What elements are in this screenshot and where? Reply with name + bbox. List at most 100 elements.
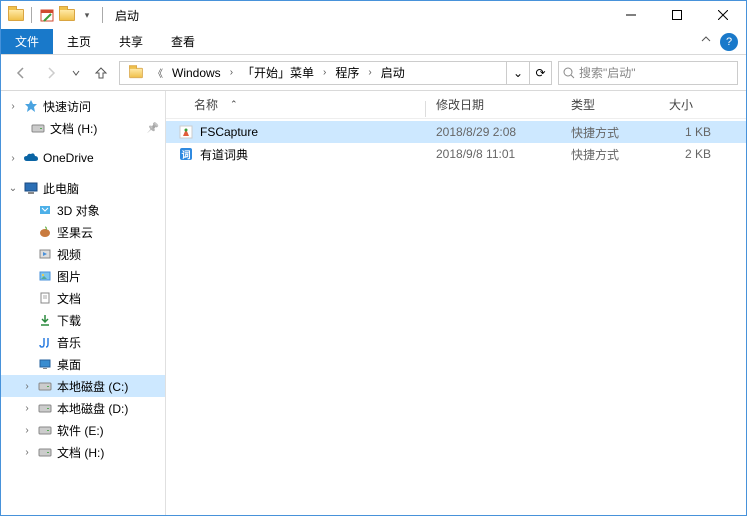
col-header-date[interactable]: 修改日期: [426, 96, 561, 113]
window-title: 启动: [115, 7, 139, 24]
nav-pc-item[interactable]: 音乐: [1, 331, 165, 353]
chevron-right-icon[interactable]: ›: [21, 447, 33, 458]
nav-pc-item[interactable]: 3D 对象: [1, 199, 165, 221]
qat-new-folder[interactable]: [58, 6, 76, 24]
breadcrumb-seg-0[interactable]: Windows: [168, 62, 225, 84]
nav-label: 快速访问: [43, 98, 91, 115]
chevron-right-icon[interactable]: ›: [21, 425, 33, 436]
nav-label: 下载: [57, 312, 81, 329]
folder-icon: [36, 223, 54, 241]
nav-label: 音乐: [57, 334, 81, 351]
chevron-right-icon[interactable]: 《: [150, 65, 166, 80]
nav-label: 本地磁盘 (D:): [57, 400, 128, 417]
nav-pc-item[interactable]: ›文档 (H:): [1, 441, 165, 463]
file-icon: 词: [178, 146, 194, 162]
search-input[interactable]: 搜索"启动": [558, 61, 738, 85]
nav-recent-dropdown[interactable]: [69, 61, 83, 85]
nav-pc-item[interactable]: 视频: [1, 243, 165, 265]
folder-icon: [36, 355, 54, 373]
nav-this-pc[interactable]: ⌄ 此电脑: [1, 177, 165, 199]
chevron-right-icon[interactable]: ›: [7, 153, 19, 164]
nav-pc-item[interactable]: 图片: [1, 265, 165, 287]
chevron-right-icon[interactable]: ›: [365, 67, 374, 78]
ribbon-tab-view[interactable]: 查看: [157, 29, 209, 54]
folder-icon: [36, 311, 54, 329]
qat-properties[interactable]: [38, 6, 56, 24]
breadcrumb[interactable]: 《 Windows › 「开始」菜单 › 程序 › 启动 ⌄ ⟳: [119, 61, 552, 85]
folder-icon: [36, 443, 54, 461]
nav-pc-item[interactable]: 文档: [1, 287, 165, 309]
nav-pc-item[interactable]: › 软件 (E:): [1, 419, 165, 441]
file-size: 1 KB: [659, 125, 721, 139]
nav-onedrive[interactable]: › OneDrive: [1, 147, 165, 169]
svg-text:词: 词: [181, 149, 190, 160]
breadcrumb-seg-3[interactable]: 启动: [377, 62, 409, 84]
breadcrumb-root-icon[interactable]: [124, 62, 148, 84]
main: › 快速访问 文档 (H:) › OneDrive ⌄ 此电脑 3D 对象坚果云…: [1, 91, 746, 515]
chevron-right-icon[interactable]: ›: [7, 101, 19, 112]
nav-label: 视频: [57, 246, 81, 263]
nav-label: 本地磁盘 (C:): [57, 378, 128, 395]
nav-pc-item[interactable]: › 本地磁盘 (C:): [1, 375, 165, 397]
folder-icon: [36, 267, 54, 285]
help-icon[interactable]: ?: [720, 33, 738, 51]
search-placeholder: 搜索"启动": [579, 64, 636, 81]
folder-icon[interactable]: [7, 6, 25, 24]
nav-label: 软件 (E:): [57, 422, 104, 439]
refresh-button[interactable]: ⟳: [529, 62, 551, 84]
folder-icon: [36, 333, 54, 351]
chevron-right-icon[interactable]: ›: [227, 67, 236, 78]
nav-label: 图片: [57, 268, 81, 285]
nav-pc-item[interactable]: 桌面: [1, 353, 165, 375]
nav-back-button[interactable]: [9, 61, 33, 85]
breadcrumb-seg-1[interactable]: 「开始」菜单: [238, 62, 318, 84]
chevron-down-icon[interactable]: ⌄: [7, 183, 19, 194]
file-icon: [178, 124, 194, 140]
qat-dropdown[interactable]: ▾: [78, 6, 96, 24]
nav-label: 文档: [57, 290, 81, 307]
maximize-button[interactable]: [654, 1, 700, 29]
chevron-right-icon[interactable]: ›: [21, 403, 33, 414]
nav-pc-item[interactable]: › 本地磁盘 (D:): [1, 397, 165, 419]
file-list[interactable]: FSCapture 2018/8/29 2:08 快捷方式 1 KB 词有道词典…: [166, 119, 746, 165]
file-type: 快捷方式: [561, 146, 659, 163]
chevron-right-icon[interactable]: ›: [21, 381, 33, 392]
nav-label: 坚果云: [57, 224, 93, 241]
file-row[interactable]: 词有道词典 2018/9/8 11:01 快捷方式 2 KB: [166, 143, 746, 165]
ribbon-tab-home[interactable]: 主页: [53, 29, 105, 54]
nav-label: OneDrive: [43, 151, 94, 165]
col-header-name[interactable]: 名称⌃: [166, 96, 426, 113]
content-pane: 名称⌃ 修改日期 类型 大小 FSCapture 2018/8/29 2:08 …: [166, 91, 746, 515]
nav-quick-item-0[interactable]: 文档 (H:): [1, 117, 165, 139]
ribbon-file-tab[interactable]: 文件: [1, 29, 53, 54]
column-headers: 名称⌃ 修改日期 类型 大小: [166, 91, 746, 119]
pc-icon: [22, 179, 40, 197]
nav-quick-access[interactable]: › 快速访问: [1, 95, 165, 117]
star-icon: [22, 97, 40, 115]
file-name: FSCapture: [200, 125, 258, 139]
nav-forward-button[interactable]: [39, 61, 63, 85]
titlebar: ▾ 启动: [1, 1, 746, 29]
close-button[interactable]: [700, 1, 746, 29]
file-row[interactable]: FSCapture 2018/8/29 2:08 快捷方式 1 KB: [166, 121, 746, 143]
window-controls: [608, 1, 746, 29]
breadcrumb-dropdown[interactable]: ⌄: [507, 62, 529, 84]
nav-pane[interactable]: › 快速访问 文档 (H:) › OneDrive ⌄ 此电脑 3D 对象坚果云…: [1, 91, 166, 515]
col-header-type[interactable]: 类型: [561, 96, 659, 113]
col-header-size[interactable]: 大小: [659, 96, 721, 113]
nav-label: 此电脑: [43, 180, 79, 197]
file-date: 2018/9/8 11:01: [426, 147, 561, 161]
address-bar: 《 Windows › 「开始」菜单 › 程序 › 启动 ⌄ ⟳ 搜索"启动": [1, 55, 746, 91]
nav-pc-item[interactable]: 坚果云: [1, 221, 165, 243]
nav-up-button[interactable]: [89, 61, 113, 85]
minimize-button[interactable]: [608, 1, 654, 29]
ribbon: 文件 主页 共享 查看 ?: [1, 29, 746, 55]
file-type: 快捷方式: [561, 124, 659, 141]
folder-icon: [36, 201, 54, 219]
quick-access-toolbar: ▾ 启动: [1, 6, 139, 24]
ribbon-tab-share[interactable]: 共享: [105, 29, 157, 54]
chevron-right-icon[interactable]: ›: [320, 67, 329, 78]
breadcrumb-seg-2[interactable]: 程序: [331, 62, 363, 84]
nav-pc-item[interactable]: 下载: [1, 309, 165, 331]
ribbon-expand-icon[interactable]: [700, 33, 712, 45]
